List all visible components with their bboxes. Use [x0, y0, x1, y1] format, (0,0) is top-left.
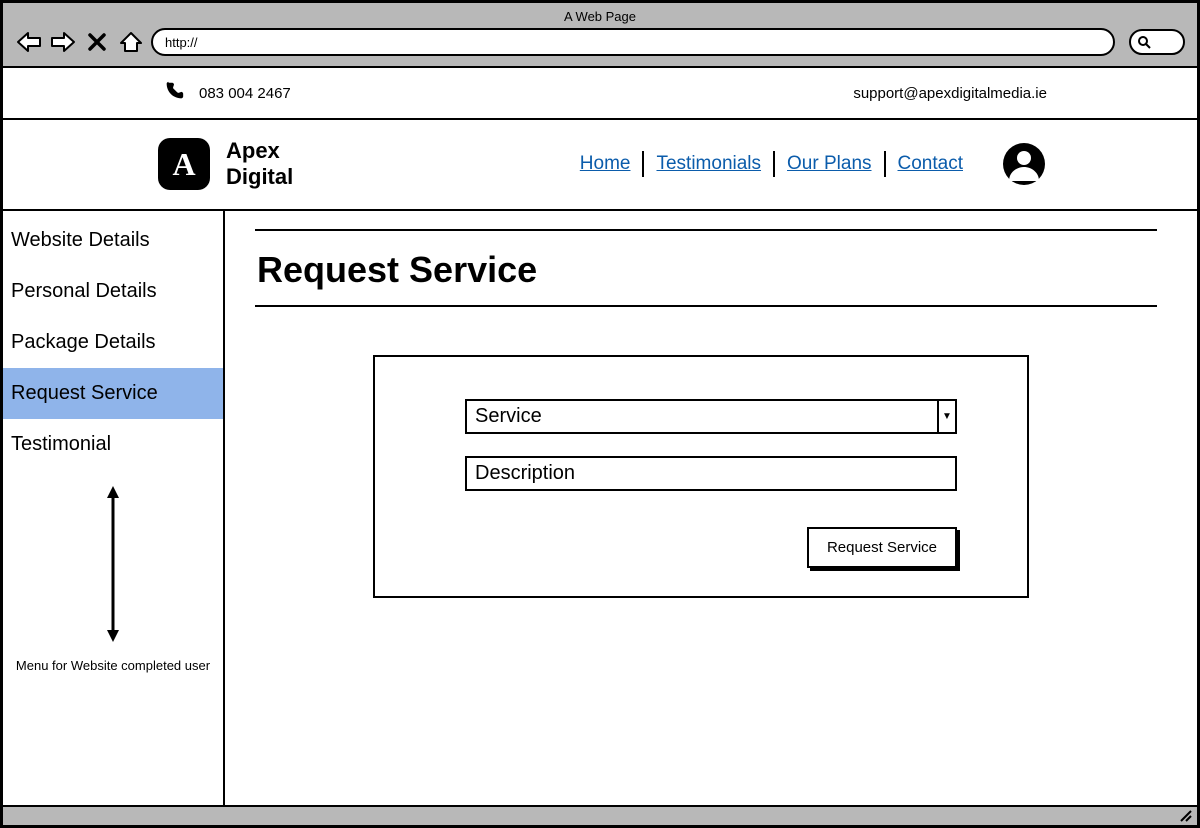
- url-text: http://: [165, 35, 198, 50]
- forward-icon[interactable]: [49, 30, 77, 54]
- nav-plans[interactable]: Our Plans: [775, 153, 883, 175]
- request-service-button[interactable]: Request Service: [807, 527, 957, 568]
- main-content: Request Service Service ▼ Description Re…: [225, 211, 1197, 807]
- user-avatar-icon[interactable]: [1001, 141, 1047, 187]
- back-icon[interactable]: [15, 30, 43, 54]
- search-button[interactable]: [1129, 29, 1185, 55]
- home-icon[interactable]: [117, 30, 145, 54]
- status-bar: [3, 805, 1197, 825]
- service-select[interactable]: Service ▼: [465, 399, 957, 434]
- nav-contact[interactable]: Contact: [886, 153, 975, 175]
- phone-number: 083 004 2467: [199, 85, 291, 102]
- browser-chrome: A Web Page http://: [3, 3, 1197, 68]
- sidebar-item-testimonial[interactable]: Testimonial: [3, 419, 223, 470]
- vertical-double-arrow-icon: [3, 470, 223, 652]
- rule-bottom: [255, 305, 1157, 307]
- service-select-value: Service: [465, 399, 939, 434]
- header: A Apex Digital Home Testimonials Our Pla…: [3, 120, 1197, 211]
- request-service-form: Service ▼ Description Request Service: [373, 355, 1029, 598]
- support-email: support@apexdigitalmedia.ie: [853, 85, 1047, 102]
- chevron-down-icon[interactable]: ▼: [939, 399, 957, 434]
- sidebar-item-package-details[interactable]: Package Details: [3, 317, 223, 368]
- description-input[interactable]: Description: [465, 456, 957, 491]
- brand[interactable]: A Apex Digital: [158, 138, 293, 191]
- nav-testimonials[interactable]: Testimonials: [644, 153, 773, 175]
- sidebar-item-personal-details[interactable]: Personal Details: [3, 266, 223, 317]
- stop-icon[interactable]: [83, 30, 111, 54]
- browser-title: A Web Page: [15, 9, 1185, 24]
- sidebar-item-website-details[interactable]: Website Details: [3, 215, 223, 266]
- logo-icon: A: [158, 138, 210, 190]
- page-title: Request Service: [255, 231, 1157, 305]
- nav-links: Home Testimonials Our Plans Contact: [568, 151, 975, 177]
- sidebar-item-request-service[interactable]: Request Service: [3, 368, 223, 419]
- resize-grip-icon[interactable]: [1179, 809, 1193, 823]
- brand-name: Apex Digital: [226, 138, 293, 191]
- phone-icon: [163, 80, 185, 106]
- sidebar-caption: Menu for Website completed user: [3, 652, 223, 679]
- nav-home[interactable]: Home: [568, 153, 643, 175]
- sidebar: Website Details Personal Details Package…: [3, 211, 225, 807]
- info-bar: 083 004 2467 support@apexdigitalmedia.ie: [3, 68, 1197, 120]
- url-bar[interactable]: http://: [151, 28, 1115, 56]
